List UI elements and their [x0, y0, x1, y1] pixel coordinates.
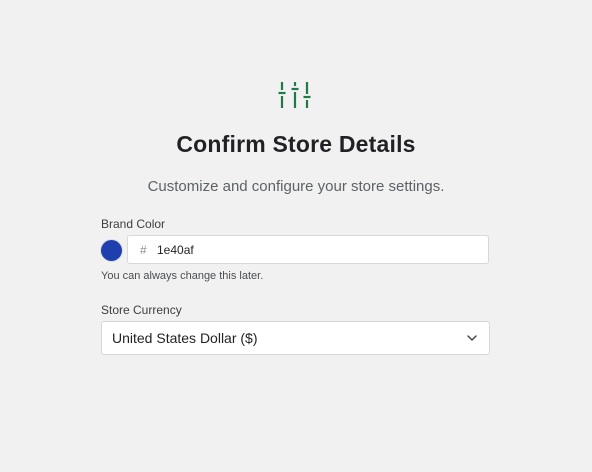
- brand-color-help-text: You can always change this later.: [101, 270, 264, 282]
- chevron-down-icon: [467, 335, 477, 341]
- sliders-icon: [278, 80, 312, 110]
- store-currency-value: United States Dollar ($): [112, 330, 258, 346]
- hash-prefix: #: [140, 242, 147, 257]
- brand-color-label: Brand Color: [101, 217, 166, 231]
- brand-color-input[interactable]: [157, 242, 457, 257]
- page-subtitle: Customize and configure your store setti…: [147, 178, 445, 195]
- store-currency-select[interactable]: United States Dollar ($): [101, 321, 490, 355]
- brand-color-swatch[interactable]: [101, 240, 122, 261]
- page-title: Confirm Store Details: [176, 131, 416, 157]
- store-currency-label: Store Currency: [101, 303, 182, 317]
- brand-color-field[interactable]: #: [127, 235, 489, 264]
